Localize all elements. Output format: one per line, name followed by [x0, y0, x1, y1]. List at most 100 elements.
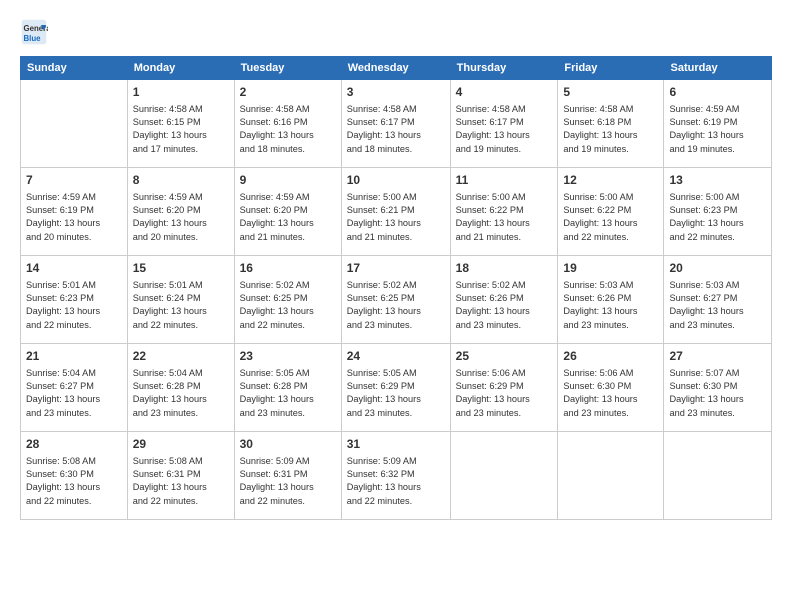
calendar-header-monday: Monday [127, 57, 234, 80]
cell-content: Sunrise: 5:09 AM Sunset: 6:32 PM Dayligh… [347, 455, 445, 508]
svg-text:Blue: Blue [24, 34, 42, 43]
calendar-header-wednesday: Wednesday [341, 57, 450, 80]
cell-content: Sunrise: 5:04 AM Sunset: 6:27 PM Dayligh… [26, 367, 122, 420]
cell-content: Sunrise: 5:07 AM Sunset: 6:30 PM Dayligh… [669, 367, 766, 420]
calendar-cell: 2Sunrise: 4:58 AM Sunset: 6:16 PM Daylig… [234, 80, 341, 168]
calendar-cell: 15Sunrise: 5:01 AM Sunset: 6:24 PM Dayli… [127, 256, 234, 344]
calendar-header-row: SundayMondayTuesdayWednesdayThursdayFrid… [21, 57, 772, 80]
calendar-cell: 4 Sunrise: 4:58 AM Sunset: 6:17 PM Daylig… [450, 80, 558, 168]
calendar-cell: 21 Sunrise: 5:04 AM Sunset: 6:27 PM Dayli… [21, 344, 128, 432]
calendar-week-3: 14 Sunrise: 5:01 AM Sunset: 6:23 PM Dayli… [21, 256, 772, 344]
cell-content: Sunrise: 5:00 AM Sunset: 6:21 PM Dayligh… [347, 191, 445, 244]
day-number: 12 [563, 172, 658, 189]
day-number: 17 [347, 260, 445, 277]
calendar-cell: 7 Sunrise: 4:59 AM Sunset: 6:19 PM Daylig… [21, 168, 128, 256]
calendar-cell: 27 Sunrise: 5:07 AM Sunset: 6:30 PM Dayli… [664, 344, 772, 432]
cell-content: Sunrise: 5:00 AM Sunset: 6:22 PM Dayligh… [563, 191, 658, 244]
calendar-cell: 24 Sunrise: 5:05 AM Sunset: 6:29 PM Dayli… [341, 344, 450, 432]
calendar-cell: 10 Sunrise: 5:00 AM Sunset: 6:21 PM Dayli… [341, 168, 450, 256]
cell-content: Sunrise: 5:04 AM Sunset: 6:28 PM Dayligh… [133, 367, 229, 420]
day-number: 30 [240, 436, 336, 453]
cell-content: Sunrise: 4:59 AM Sunset: 6:19 PM Dayligh… [26, 191, 122, 244]
calendar-cell: 13 Sunrise: 5:00 AM Sunset: 6:23 PM Dayli… [664, 168, 772, 256]
cell-content: Sunrise: 4:58 AM Sunset: 6:15 PM Dayligh… [133, 103, 229, 156]
calendar-cell [21, 80, 128, 168]
day-number: 2 [240, 84, 336, 101]
day-number: 24 [347, 348, 445, 365]
day-number: 25 [456, 348, 553, 365]
page: General Blue SundayMondayTuesdayWednesda… [0, 0, 792, 612]
calendar-cell: 25 Sunrise: 5:06 AM Sunset: 6:29 PM Dayli… [450, 344, 558, 432]
cell-content: Sunrise: 5:09 AM Sunset: 6:31 PM Dayligh… [240, 455, 336, 508]
cell-content: Sunrise: 5:06 AM Sunset: 6:30 PM Dayligh… [563, 367, 658, 420]
calendar-header-thursday: Thursday [450, 57, 558, 80]
day-number: 4 [456, 84, 553, 101]
cell-content: Sunrise: 4:58 AM Sunset: 6:17 PM Dayligh… [456, 103, 553, 156]
day-number: 6 [669, 84, 766, 101]
calendar-week-2: 7 Sunrise: 4:59 AM Sunset: 6:19 PM Daylig… [21, 168, 772, 256]
day-number: 13 [669, 172, 766, 189]
cell-content: Sunrise: 4:59 AM Sunset: 6:19 PM Dayligh… [669, 103, 766, 156]
calendar-cell: 19 Sunrise: 5:03 AM Sunset: 6:26 PM Dayli… [558, 256, 664, 344]
calendar-header-friday: Friday [558, 57, 664, 80]
calendar-cell: 1 Sunrise: 4:58 AM Sunset: 6:15 PM Daylig… [127, 80, 234, 168]
calendar-cell: 8 Sunrise: 4:59 AM Sunset: 6:20 PM Daylig… [127, 168, 234, 256]
calendar-header-sunday: Sunday [21, 57, 128, 80]
cell-content: Sunrise: 5:08 AM Sunset: 6:30 PM Dayligh… [26, 455, 122, 508]
day-number: 7 [26, 172, 122, 189]
logo: General Blue [20, 18, 52, 46]
cell-content: Sunrise: 5:03 AM Sunset: 6:27 PM Dayligh… [669, 279, 766, 332]
calendar-cell: 29Sunrise: 5:08 AM Sunset: 6:31 PM Dayli… [127, 432, 234, 520]
cell-content: Sunrise: 4:58 AM Sunset: 6:18 PM Dayligh… [563, 103, 658, 156]
day-number: 20 [669, 260, 766, 277]
calendar-cell: 30 Sunrise: 5:09 AM Sunset: 6:31 PM Dayli… [234, 432, 341, 520]
calendar-cell: 12 Sunrise: 5:00 AM Sunset: 6:22 PM Dayli… [558, 168, 664, 256]
header: General Blue [20, 18, 772, 46]
calendar-cell: 31 Sunrise: 5:09 AM Sunset: 6:32 PM Dayli… [341, 432, 450, 520]
day-number: 9 [240, 172, 336, 189]
day-number: 21 [26, 348, 122, 365]
calendar-cell: 17 Sunrise: 5:02 AM Sunset: 6:25 PM Dayli… [341, 256, 450, 344]
calendar-table: SundayMondayTuesdayWednesdayThursdayFrid… [20, 56, 772, 520]
calendar-cell: 28 Sunrise: 5:08 AM Sunset: 6:30 PM Dayli… [21, 432, 128, 520]
calendar-cell: 16 Sunrise: 5:02 AM Sunset: 6:25 PM Dayli… [234, 256, 341, 344]
day-number: 26 [563, 348, 658, 365]
calendar-cell [450, 432, 558, 520]
calendar-cell: 14 Sunrise: 5:01 AM Sunset: 6:23 PM Dayli… [21, 256, 128, 344]
calendar-header-saturday: Saturday [664, 57, 772, 80]
calendar-cell: 20 Sunrise: 5:03 AM Sunset: 6:27 PM Dayli… [664, 256, 772, 344]
cell-content: Sunrise: 5:08 AM Sunset: 6:31 PM Dayligh… [133, 455, 229, 508]
day-number: 16 [240, 260, 336, 277]
cell-content: Sunrise: 5:03 AM Sunset: 6:26 PM Dayligh… [563, 279, 658, 332]
day-number: 5 [563, 84, 658, 101]
day-number: 27 [669, 348, 766, 365]
cell-content: Sunrise: 4:59 AM Sunset: 6:20 PM Dayligh… [133, 191, 229, 244]
cell-content: Sunrise: 5:01 AM Sunset: 6:23 PM Dayligh… [26, 279, 122, 332]
calendar-header-tuesday: Tuesday [234, 57, 341, 80]
day-number: 10 [347, 172, 445, 189]
calendar-cell: 23Sunrise: 5:05 AM Sunset: 6:28 PM Dayli… [234, 344, 341, 432]
cell-content: Sunrise: 5:01 AM Sunset: 6:24 PM Dayligh… [133, 279, 229, 332]
cell-content: Sunrise: 5:05 AM Sunset: 6:28 PM Dayligh… [240, 367, 336, 420]
day-number: 28 [26, 436, 122, 453]
day-number: 8 [133, 172, 229, 189]
calendar-week-1: 1 Sunrise: 4:58 AM Sunset: 6:15 PM Daylig… [21, 80, 772, 168]
day-number: 22 [133, 348, 229, 365]
cell-content: Sunrise: 5:06 AM Sunset: 6:29 PM Dayligh… [456, 367, 553, 420]
cell-content: Sunrise: 5:00 AM Sunset: 6:23 PM Dayligh… [669, 191, 766, 244]
day-number: 14 [26, 260, 122, 277]
day-number: 19 [563, 260, 658, 277]
calendar-cell: 5 Sunrise: 4:58 AM Sunset: 6:18 PM Daylig… [558, 80, 664, 168]
day-number: 31 [347, 436, 445, 453]
cell-content: Sunrise: 4:59 AM Sunset: 6:20 PM Dayligh… [240, 191, 336, 244]
cell-content: Sunrise: 5:02 AM Sunset: 6:25 PM Dayligh… [347, 279, 445, 332]
cell-content: Sunrise: 4:58 AM Sunset: 6:17 PM Dayligh… [347, 103, 445, 156]
calendar-cell [558, 432, 664, 520]
cell-content: Sunrise: 5:02 AM Sunset: 6:25 PM Dayligh… [240, 279, 336, 332]
calendar-week-4: 21 Sunrise: 5:04 AM Sunset: 6:27 PM Dayli… [21, 344, 772, 432]
calendar-cell: 6 Sunrise: 4:59 AM Sunset: 6:19 PM Daylig… [664, 80, 772, 168]
day-number: 1 [133, 84, 229, 101]
calendar-cell [664, 432, 772, 520]
day-number: 3 [347, 84, 445, 101]
cell-content: Sunrise: 5:05 AM Sunset: 6:29 PM Dayligh… [347, 367, 445, 420]
